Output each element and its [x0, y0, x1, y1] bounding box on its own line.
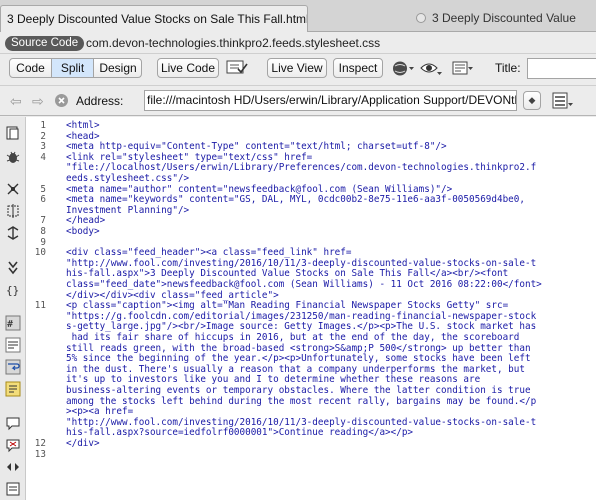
title-input[interactable] [527, 58, 596, 79]
svg-text:{}: {} [6, 284, 19, 297]
address-history-stepper[interactable]: ◆ [523, 91, 541, 110]
collapse-selection-icon[interactable] [5, 203, 21, 219]
code-text: class="feed_date">newsfeedback@fool.com … [66, 279, 542, 290]
code-text: his-fall.aspx?source=iedfolrf0000001">Co… [66, 427, 414, 439]
balance-braces-icon[interactable]: {} [5, 281, 21, 297]
document-tab-bar: 3 Deeply Discounted Value Stocks on Sale… [0, 0, 596, 32]
expand-tag-icon[interactable] [5, 181, 21, 197]
stop-icon[interactable] [54, 93, 69, 108]
address-input[interactable]: file:///macintosh HD/Users/erwin/Library… [144, 90, 517, 111]
expand-all-icon[interactable] [5, 225, 21, 241]
related-files-bar: Source Code com.devon-technologies.think… [0, 32, 596, 54]
related-file-stylesheet[interactable]: com.devon-technologies.thinkpro2.feeds.s… [86, 35, 380, 52]
syntax-error-alerts-icon[interactable] [5, 381, 21, 397]
code-text: had its fair share of hiccups in 2016, b… [66, 332, 520, 343]
line-number: 6 [40, 194, 46, 206]
line-number: 8 [40, 226, 46, 237]
forward-arrow-icon[interactable]: ⇨ [32, 94, 44, 108]
document-tab-label: 3 Deeply Discounted Value [432, 11, 576, 25]
address-label: Address: [76, 94, 124, 108]
code-text: eeds.stylesheet.css"/> [66, 173, 190, 184]
title-label: Title: [495, 61, 521, 75]
inspect-button[interactable]: Inspect [333, 58, 383, 78]
line-number: 11 [34, 300, 46, 312]
code-text: among the stocks left behind during the … [66, 395, 537, 407]
word-wrap-icon[interactable] [5, 359, 21, 375]
line-number: 12 [34, 438, 46, 449]
check-browser-compatibility-icon[interactable] [226, 59, 248, 76]
coding-toolbar: {} # [0, 117, 26, 500]
visual-aids-icon[interactable] [420, 60, 442, 77]
code-text: <html> [66, 120, 100, 131]
code-text: <body> [66, 226, 100, 237]
select-parent-tag-icon[interactable] [5, 259, 21, 275]
remove-comment-icon[interactable] [5, 437, 21, 453]
line-number: 10 [34, 247, 46, 259]
debug-bug-icon[interactable] [5, 149, 21, 165]
line-number: 1 [40, 120, 46, 131]
live-code-button[interactable]: Live Code [157, 58, 219, 78]
svg-text:#: # [7, 319, 13, 330]
preview-in-browser-icon[interactable] [392, 60, 414, 77]
code-view-button[interactable]: Code [10, 59, 52, 77]
view-options-icon[interactable] [451, 60, 473, 77]
design-view-button[interactable]: Design [94, 59, 141, 77]
page-options-icon[interactable] [552, 92, 574, 110]
split-view-button[interactable]: Split [52, 59, 94, 77]
source-code-button[interactable]: Source Code [5, 36, 85, 51]
line-number: 4 [40, 151, 46, 163]
wrap-tag-icon[interactable] [5, 459, 21, 475]
open-documents-icon[interactable] [5, 125, 21, 141]
back-arrow-icon[interactable]: ⇦ [10, 94, 22, 108]
address-bar: ⇦ ⇨ Address: file:///macintosh HD/Users/… [0, 86, 596, 116]
live-view-button[interactable]: Live View [267, 58, 327, 78]
apply-comment-icon[interactable] [5, 415, 21, 431]
code-text: business-altering events or temporary ob… [66, 385, 531, 396]
line-number: 13 [34, 448, 46, 460]
document-tab-inactive[interactable]: 3 Deeply Discounted Value [410, 5, 596, 32]
document-tab-active[interactable]: 3 Deeply Discounted Value Stocks on Sale… [0, 5, 308, 32]
document-toolbar: Code Split Design Live Code Live View In… [0, 54, 596, 86]
view-mode-segmented-control: Code Split Design [9, 58, 142, 78]
line-numbers-icon[interactable]: # [5, 315, 21, 331]
code-text: </div> [66, 438, 100, 449]
highlight-invalid-code-icon[interactable] [5, 337, 21, 353]
close-icon[interactable] [416, 13, 426, 23]
recent-snippets-icon[interactable] [5, 481, 21, 497]
code-editor[interactable]: 1 <html> 2 <head> 3 <meta http-equiv="Content… [26, 117, 596, 500]
